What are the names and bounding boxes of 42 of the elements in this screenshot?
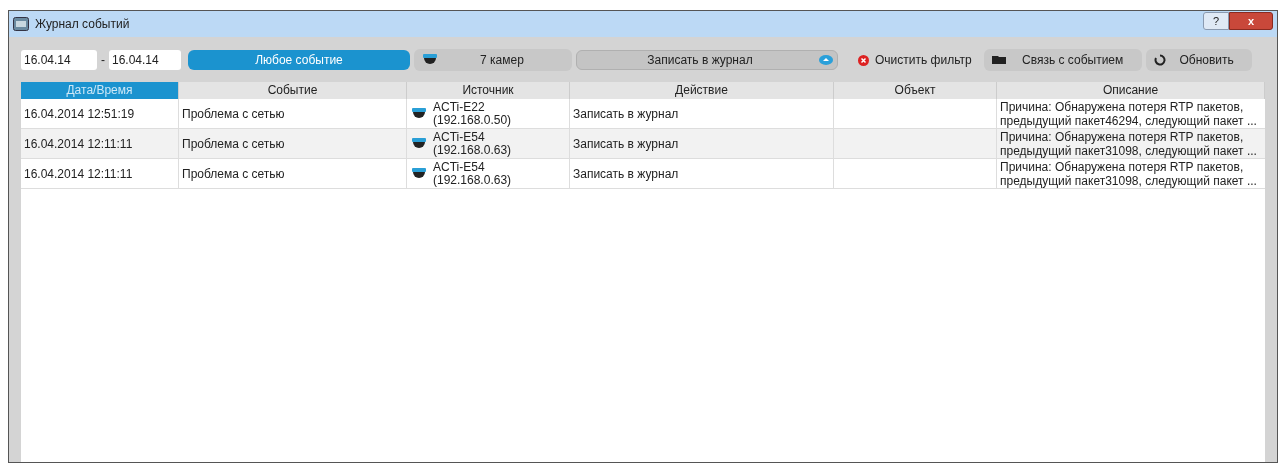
column-header[interactable]: Объект <box>834 82 997 99</box>
date-to-field[interactable]: 16.04.14 <box>109 50 181 70</box>
column-header[interactable]: Действие <box>570 82 834 99</box>
close-button[interactable]: x <box>1229 12 1273 30</box>
column-header[interactable]: Источник <box>407 82 570 99</box>
dome-camera-icon <box>411 136 427 151</box>
dome-camera-icon <box>411 106 427 121</box>
table-cell-text: Записать в журнал <box>573 135 679 153</box>
source-ip: (192.168.0.63) <box>433 173 512 187</box>
app-icon <box>13 17 29 31</box>
window-title: Журнал событий <box>35 16 130 33</box>
source-name: ACTi-E54 <box>433 160 486 174</box>
action-filter-dropdown[interactable]: Записать в журнал <box>576 50 838 70</box>
link-event-button[interactable]: Связь с событием <box>983 49 1142 71</box>
folder-icon <box>991 55 1008 65</box>
table-cell-text: Проблема с сетью <box>182 105 285 123</box>
table-cell-text: 16.04.2014 12:11:11 <box>24 165 133 183</box>
table-cell-text: Причина: Обнаружена потеря RTP пакетов, предыдущий пакет46294, следующий пакет ... <box>1000 99 1258 128</box>
help-button[interactable]: ? <box>1203 12 1229 30</box>
column-header[interactable]: Описание <box>997 82 1265 99</box>
table-cell-text: Причина: Обнаружена потеря RTP пакетов, предыдущий пакет31098, следующий пакет ... <box>1000 129 1258 158</box>
dome-camera-icon <box>422 53 438 67</box>
table-cell-text: Причина: Обнаружена потеря RTP пакетов, предыдущий пакет31098, следующий пакет ... <box>1000 159 1258 188</box>
clear-icon <box>858 54 869 66</box>
table-cell-text: 16.04.2014 12:51:19 <box>24 105 135 123</box>
refresh-icon <box>1153 54 1166 66</box>
source-name: ACTi-E54 <box>433 130 486 144</box>
source-ip: (192.168.0.63) <box>433 143 512 157</box>
refresh-button[interactable]: Обновить <box>1145 49 1252 71</box>
date-from-field[interactable]: 16.04.14 <box>21 50 97 70</box>
column-header[interactable]: Событие <box>179 82 407 99</box>
source-name: ACTi-E22 <box>433 100 486 114</box>
table-cell-text: 16.04.2014 12:11:11 <box>24 135 133 153</box>
dome-camera-icon <box>411 166 427 181</box>
table-cell-text: Записать в журнал <box>573 105 679 123</box>
source-ip: (192.168.0.50) <box>433 113 512 127</box>
date-separator: - <box>101 52 105 69</box>
clear-filter-button[interactable]: Очистить фильтр <box>850 49 980 71</box>
table-cell-text: Проблема с сетью <box>182 135 285 153</box>
table-cell-text: Проблема с сетью <box>182 165 285 183</box>
cameras-button[interactable]: 7 камер <box>414 49 572 71</box>
table-cell-text: Записать в журнал <box>573 165 679 183</box>
